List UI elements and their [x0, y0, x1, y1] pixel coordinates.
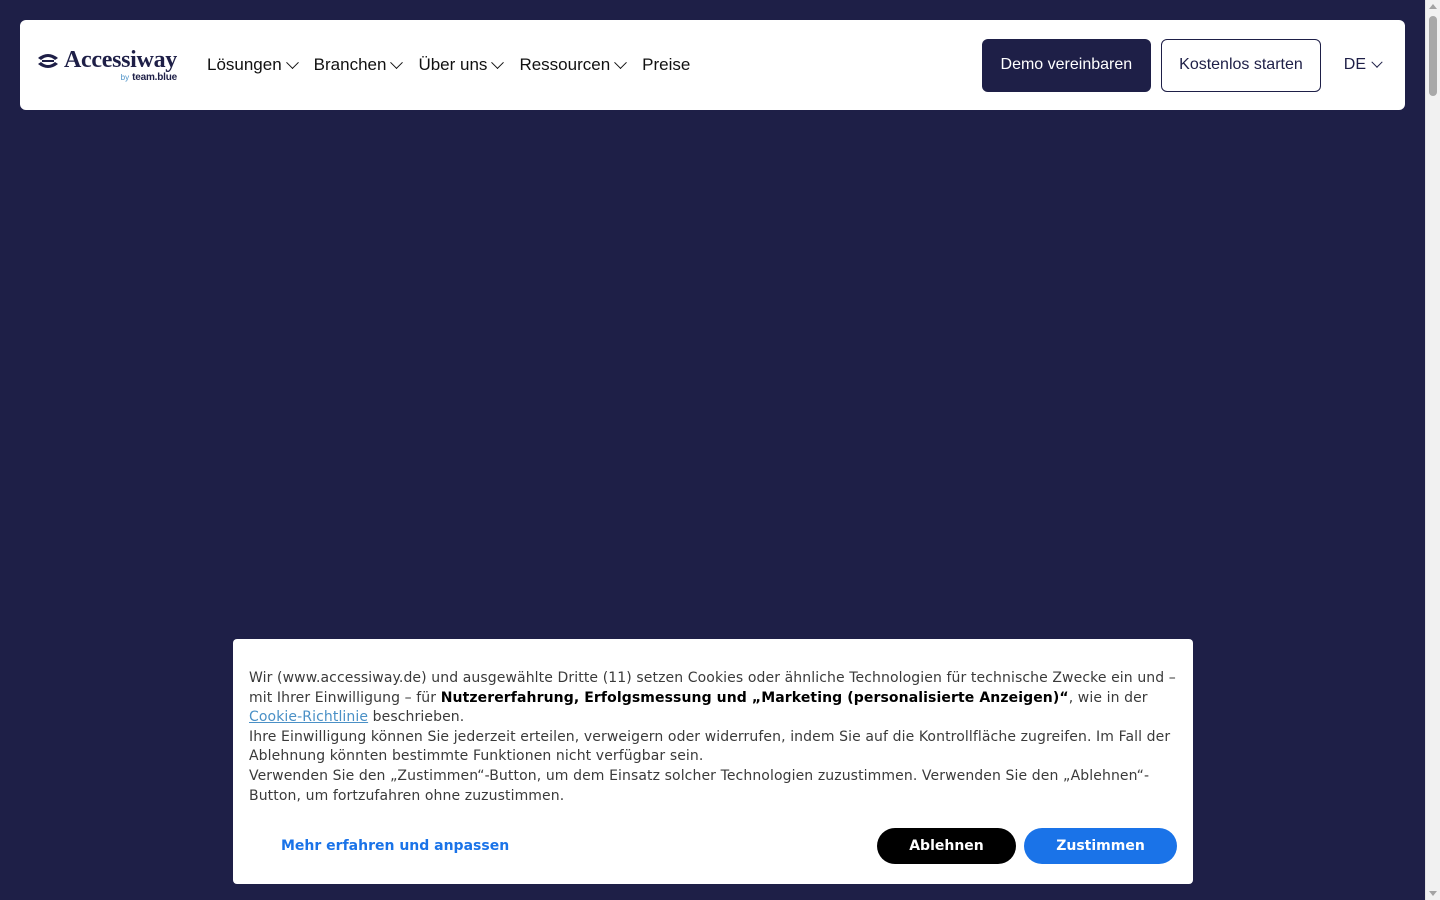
logo-subtitle: by team.blue	[120, 72, 178, 83]
cookie-actions: Mehr erfahren und anpassen Ablehnen Zust…	[249, 828, 1177, 864]
chevron-down-icon	[491, 55, 505, 69]
cookie-text-buttons: Verwenden Sie den „Zustimmen“-Button, um…	[249, 767, 1150, 804]
scroll-down-arrow-icon[interactable]	[1429, 891, 1437, 896]
page-scrollbar[interactable]	[1425, 0, 1440, 900]
chevron-down-icon	[614, 55, 628, 69]
cookie-text-purposes: Nutzererfahrung, Erfolgsmessung und „Mar…	[440, 689, 1069, 706]
cookie-text-part: beschrieben.	[368, 709, 465, 726]
logo-by: by	[120, 73, 130, 82]
site-header: Accessiway by team.blue Lösungen Branchen…	[20, 20, 1405, 110]
cookie-banner: Wir (www.accessiway.de) und ausgewählte …	[233, 639, 1193, 884]
reject-button[interactable]: Ablehnen	[877, 828, 1016, 864]
nav-item-label: Ressourcen	[519, 55, 611, 74]
accept-button[interactable]: Zustimmen	[1024, 828, 1177, 864]
demo-button[interactable]: Demo vereinbaren	[981, 38, 1152, 92]
nav-item-label: Preise	[642, 55, 691, 74]
nav-item-ueber-uns[interactable]: Über uns	[418, 55, 505, 75]
nav-item-loesungen[interactable]: Lösungen	[206, 55, 299, 75]
nav-item-ressourcen[interactable]: Ressourcen	[519, 55, 628, 75]
logo-main: Accessiway	[36, 47, 177, 74]
page: Accessiway by team.blue Lösungen Branchen…	[0, 0, 1440, 900]
language-label: DE	[1343, 56, 1366, 73]
nav-item-label: Branchen	[313, 55, 387, 74]
nav-item-label: Über uns	[418, 55, 488, 74]
logo-text: Accessiway	[64, 47, 177, 73]
scroll-up-arrow-icon[interactable]	[1429, 4, 1437, 9]
learn-more-customize-button[interactable]: Mehr erfahren und anpassen	[249, 828, 541, 864]
cookie-text-consent: Ihre Einwilligung können Sie jederzeit e…	[249, 728, 1171, 765]
scrollbar-thumb[interactable]	[1429, 16, 1437, 96]
header-actions: Demo vereinbaren Kostenlos starten DE	[981, 38, 1389, 92]
nav-item-preise[interactable]: Preise	[642, 55, 690, 75]
language-selector[interactable]: DE	[1343, 56, 1383, 74]
chevron-down-icon	[285, 55, 299, 69]
cookie-policy-link[interactable]: Cookie-Richtlinie	[249, 709, 368, 725]
accessiway-logo[interactable]: Accessiway by team.blue	[36, 47, 177, 83]
chevron-down-icon	[1371, 56, 1383, 68]
cookie-text-intro: Wir (www.accessiway.de) und ausgewählte …	[249, 669, 1177, 728]
chevron-down-icon	[390, 55, 404, 69]
start-free-button[interactable]: Kostenlos starten	[1161, 38, 1321, 92]
accessiway-logo-icon	[38, 53, 58, 68]
nav-item-label: Lösungen	[206, 55, 282, 74]
cookie-text-part: , wie in der	[1068, 689, 1148, 706]
nav-item-branchen[interactable]: Branchen	[313, 55, 404, 75]
logo-teamblue: team.blue	[132, 72, 177, 83]
main-nav: Lösungen Branchen Über uns Ressourcen Pr…	[207, 55, 707, 75]
